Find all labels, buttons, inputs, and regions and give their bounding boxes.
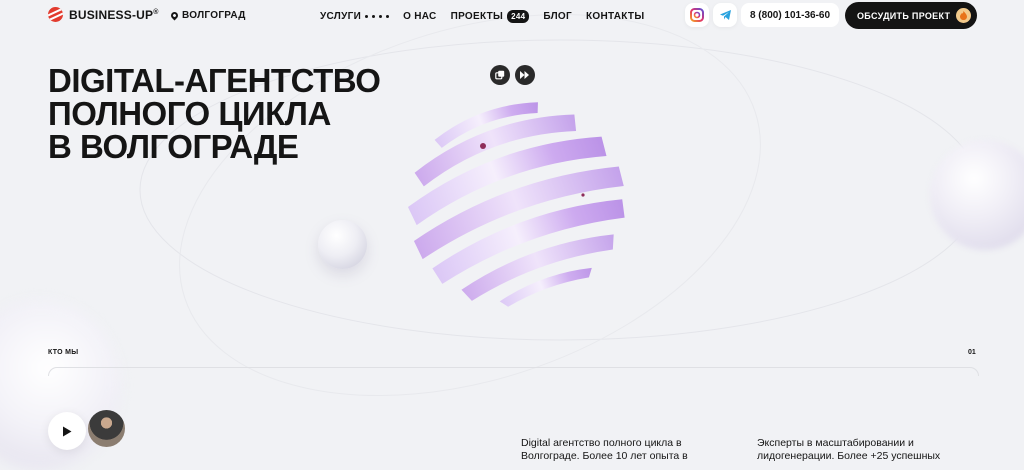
main-nav: УСЛУГИ О НАС ПРОЕКТЫ 244 БЛОГ КОНТАКТЫ [320,10,644,23]
hero-title-line: ПОЛНОГО ЦИКЛА [48,95,331,132]
hero-title: DIGITAL-АГЕНТСТВО ПОЛНОГО ЦИКЛА В ВОЛГОГ… [48,62,381,165]
logo[interactable]: BUSINESS-UP® [48,7,159,22]
hero-title-line: В ВОЛГОГРАДЕ [48,128,299,165]
play-video-button[interactable] [48,412,86,450]
logo-text: BUSINESS-UP® [69,7,159,22]
city-selector[interactable]: ВОЛГОГРАД [169,10,246,21]
about-text-1: Digital агентство полного цикла в Волгог… [521,437,688,462]
avatar[interactable] [88,410,125,447]
sphere-skip-button[interactable] [515,65,535,85]
location-pin-icon [169,10,180,21]
instagram-button[interactable] [685,3,709,27]
fire-icon [956,8,971,23]
play-icon [63,426,72,436]
sphere-copy-button[interactable] [490,65,510,85]
nav-item-projects[interactable]: ПРОЕКТЫ 244 [451,10,530,23]
copy-icon [495,70,505,80]
telegram-icon [719,10,731,20]
city-label: ВОЛГОГРАД [182,10,246,21]
nav-item-contacts[interactable]: КОНТАКТЫ [586,11,644,22]
nav-item-about[interactable]: О НАС [403,11,436,22]
projects-count-badge: 244 [507,10,530,23]
phone-link[interactable]: 8 (800) 101-36-60 [741,3,839,27]
telegram-button[interactable] [713,3,737,27]
discuss-project-button[interactable]: ОБСУДИТЬ ПРОЕКТ [845,2,977,29]
fast-forward-icon [520,71,529,79]
about-text-2: Эксперты в масштабировании и лидогенерац… [757,437,941,462]
nav-item-blog[interactable]: БЛОГ [543,11,572,22]
instagram-icon [690,8,704,22]
logo-icon [48,7,63,22]
pearl-ball [318,220,367,269]
grid-dots-icon [365,15,390,18]
section-label: КТО МЫ [48,349,79,356]
hero-title-line: DIGITAL-АГЕНТСТВО [48,62,381,99]
section-number: 01 [968,349,976,356]
glass-sphere-illustration [407,102,625,307]
nav-item-services[interactable]: УСЛУГИ [320,11,390,22]
section-divider [48,367,979,376]
